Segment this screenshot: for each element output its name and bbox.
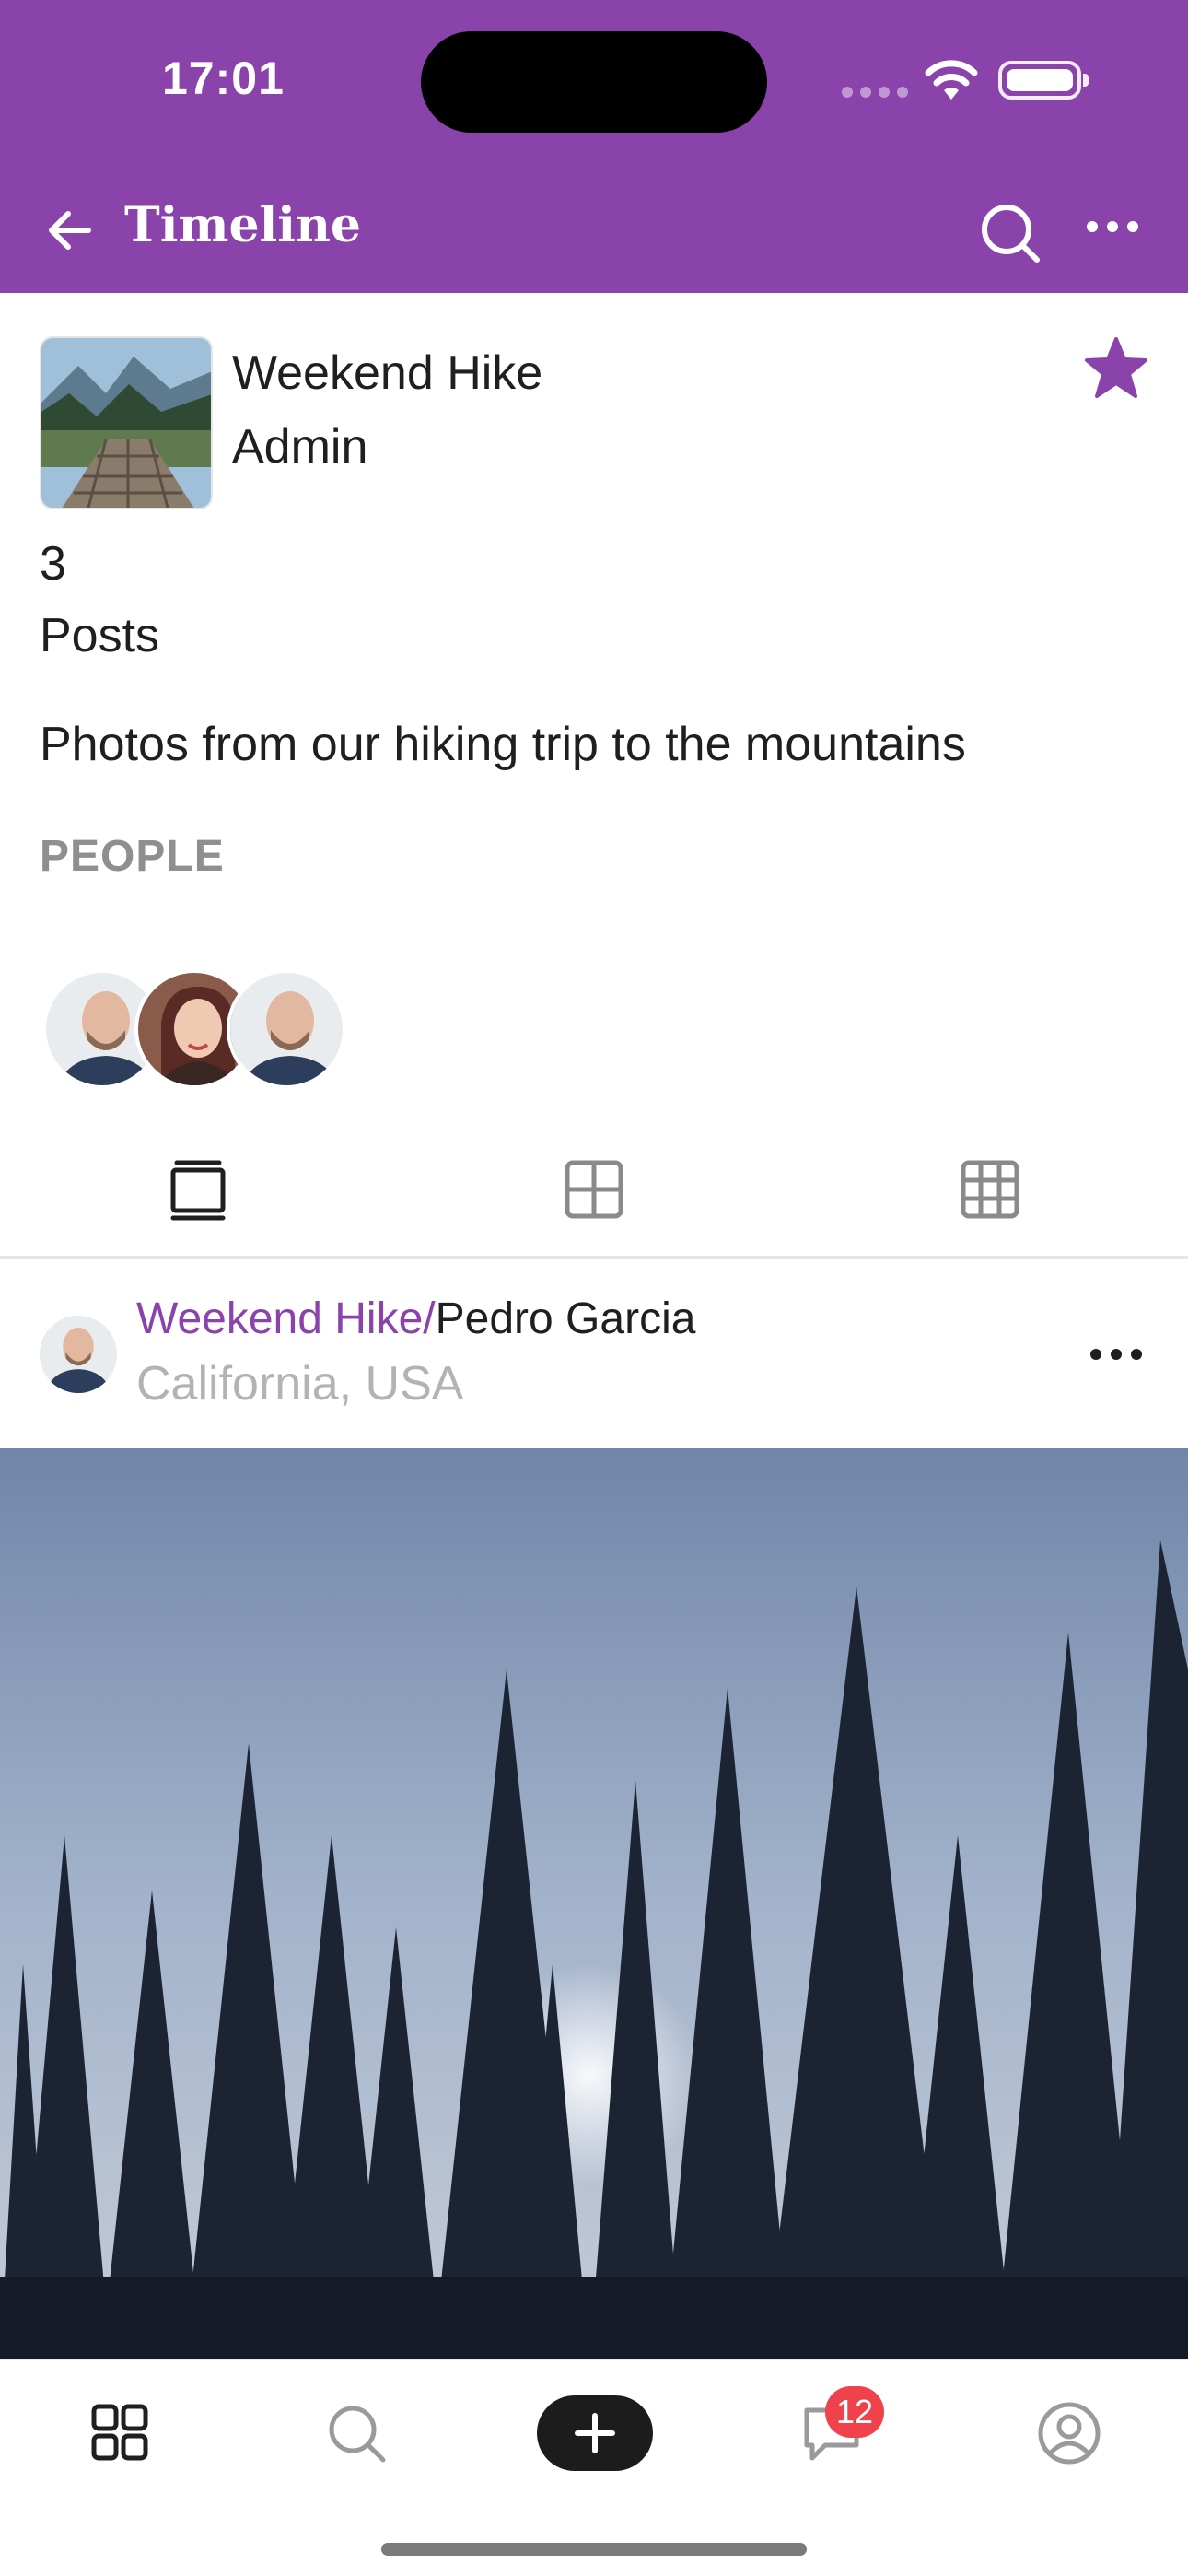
group-name: Weekend Hike — [232, 346, 543, 400]
create-post-button[interactable] — [537, 2395, 653, 2471]
group-cover-image — [40, 336, 213, 509]
people-avatars — [42, 969, 355, 1089]
more-horizontal-icon[interactable] — [1087, 221, 1138, 232]
add-icon — [575, 2413, 615, 2453]
battery-icon — [998, 61, 1089, 100]
post-author-avatar[interactable] — [40, 1316, 117, 1393]
dynamic-island — [421, 31, 767, 133]
app-header: 17:01 Timeline — [0, 0, 1188, 293]
arrow-left-icon[interactable] — [42, 203, 98, 258]
post-location: California, USA — [136, 1357, 464, 1411]
more-horizontal-icon[interactable] — [1090, 1349, 1142, 1360]
post-title: Weekend Hike/Pedro Garcia — [136, 1294, 695, 1344]
grid-3x3-icon[interactable] — [958, 1157, 1022, 1222]
group-description: Photos from our hiking trip to the mount… — [40, 718, 966, 771]
post-group-link[interactable]: Weekend Hike — [136, 1294, 423, 1343]
wifi-icon — [925, 60, 978, 100]
dashboard-icon[interactable] — [90, 2403, 149, 2462]
grid-2x2-icon[interactable] — [562, 1157, 626, 1222]
people-section-label: PEOPLE — [40, 832, 225, 881]
status-time: 17:01 — [162, 53, 285, 104]
posts-count: 3 — [40, 537, 66, 591]
home-indicator — [381, 2543, 807, 2556]
posts-label: Posts — [40, 609, 160, 662]
search-icon[interactable] — [978, 201, 1042, 265]
post-author-link[interactable]: Pedro Garcia — [436, 1294, 696, 1343]
single-view-icon[interactable] — [166, 1157, 230, 1222]
page-title: Timeline — [124, 197, 361, 253]
post-title-separator: / — [423, 1294, 436, 1343]
avatar[interactable] — [227, 969, 346, 1089]
profile-icon[interactable] — [1037, 2401, 1101, 2465]
view-mode-tabs — [0, 1139, 1188, 1259]
unread-messages-badge: 12 — [825, 2386, 884, 2438]
post-image[interactable] — [0, 1448, 1188, 2359]
search-icon[interactable] — [326, 2403, 387, 2464]
group-role: Admin — [232, 420, 368, 474]
star-icon[interactable] — [1083, 335, 1149, 402]
cellular-signal-icon — [842, 87, 908, 98]
